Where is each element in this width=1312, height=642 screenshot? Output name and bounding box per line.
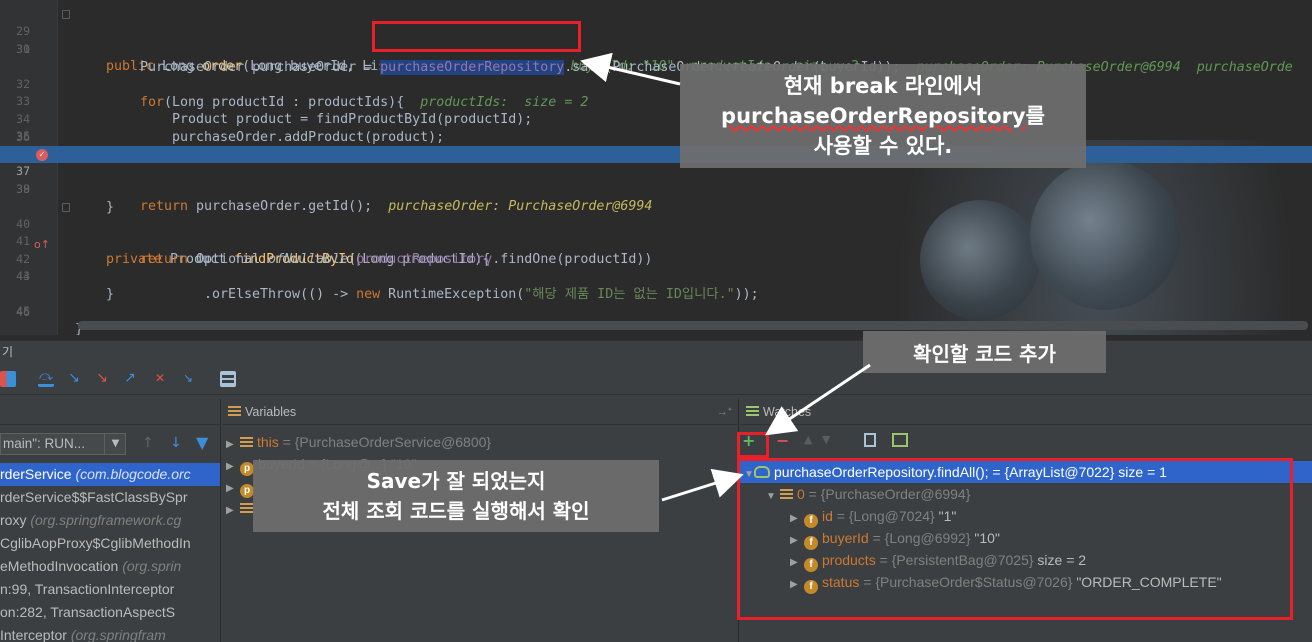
move-down-icon[interactable]: ▼: [822, 433, 830, 446]
run-to-cursor-icon[interactable]: ↘: [180, 371, 196, 387]
callout-save-check: Save가 잘 되었는지 전체 조회 코드를 실행해서 확인: [253, 460, 659, 532]
code-line-41: 41 return Optional.ofNullable(productRep…: [0, 216, 1312, 266]
line-number: 46: [16, 305, 30, 319]
frame-down-icon[interactable]: ↓: [170, 435, 182, 451]
frame-row[interactable]: n:99, TransactionInterceptor: [0, 578, 220, 601]
code-line-42: 42 o↑ .orElseThrow(() -> new RuntimeExce…: [0, 234, 1312, 302]
watches-icon: [746, 406, 759, 417]
frames-header: [0, 399, 220, 425]
code-line-29: 29 public Long order(Long buyerId, List<…: [0, 6, 1312, 74]
chevron-down-icon[interactable]: ▼: [104, 434, 126, 454]
variables-icon: [228, 406, 241, 417]
code-line-43: 43 }: [0, 251, 1312, 301]
code-line-33: 33 Product product = findProductById(pro…: [0, 76, 1312, 126]
code-line-35: 35 }: [0, 111, 1312, 161]
debug-title: 기: [2, 345, 14, 359]
watches-toolbar: + − ▲ ▼: [740, 431, 1312, 453]
remove-watch-icon[interactable]: −: [776, 431, 789, 450]
line-number: 39: [16, 182, 30, 196]
code-line-44: 44: [0, 268, 1312, 285]
callout-break-line: 현재 break 라인에서 purchaseOrderRepository를 사…: [680, 64, 1086, 168]
code-line-45: 45 }: [0, 286, 1312, 335]
step-out-icon[interactable]: ↗: [122, 371, 138, 387]
force-step-into-icon[interactable]: ↘: [94, 371, 110, 387]
frames-icon[interactable]: [0, 371, 16, 387]
drop-frame-icon[interactable]: ✕: [152, 371, 168, 387]
line-number: 31: [16, 42, 30, 56]
frame-row[interactable]: roxy (org.springframework.cg: [0, 509, 220, 532]
frame-up-icon[interactable]: ↑: [142, 435, 154, 451]
fold-marker[interactable]: [62, 10, 70, 19]
step-over-icon[interactable]: ⤼: [38, 370, 54, 387]
horizontal-scrollbar[interactable]: [78, 321, 1308, 330]
line-number: 44: [16, 269, 30, 283]
fold-marker[interactable]: [62, 203, 70, 212]
debug-toolbar: ⤼ ↘ ↘ ↗ ✕ ↘: [0, 365, 1312, 395]
variable-row-this[interactable]: ▶ this = {PurchaseOrderService@6800}: [226, 431, 491, 453]
highlight-add-watch-box: [737, 432, 769, 458]
line-number: 36: [16, 130, 30, 144]
code-line-30: 30 PurchaseOrder purchaseOrder = purchas…: [0, 24, 1312, 75]
code-line-34: 34 purchaseOrder.addProduct(product);: [0, 94, 1312, 144]
watches-header: Watches: [740, 399, 1312, 425]
code-line-37-current: 37 ✓ return purchaseOrder.getId(); purch…: [0, 146, 1312, 214]
filter-icon[interactable]: ▼: [196, 433, 208, 452]
evaluate-expression-icon[interactable]: [220, 371, 236, 387]
code-line-32: 32 for(Long productId : productIds){ pro…: [0, 59, 1312, 109]
frame-row[interactable]: Interceptor (org.springfram: [0, 624, 220, 642]
variables-header: Variables →ᐩ: [222, 399, 738, 425]
code-line-38: 38 }: [0, 164, 1312, 214]
pin-icon[interactable]: →ᐩ: [717, 399, 732, 425]
move-up-icon[interactable]: ▲: [804, 433, 812, 446]
frame-row[interactable]: rderService (com.blogcode.orc: [0, 463, 220, 486]
frame-row[interactable]: on:282, TransactionAspectS: [0, 601, 220, 624]
frame-row[interactable]: CglibAopProxy$CglibMethodIn: [0, 532, 220, 555]
code-line-39: 39: [0, 181, 1312, 198]
highlight-watch-result-box: [737, 458, 1293, 620]
code-line-36: 36: [0, 129, 1312, 146]
frame-row[interactable]: eMethodInvocation (org.sprin: [0, 555, 220, 578]
copy-icon[interactable]: [864, 433, 876, 447]
frame-row[interactable]: rderService$$FastClassBySpr: [0, 486, 220, 509]
variables-pane: ▶this = {PurchaseOrderService@6800} ▶pbu…: [222, 425, 738, 642]
breakpoint-icon[interactable]: ✓: [36, 149, 48, 161]
pane-divider[interactable]: [220, 399, 221, 642]
code-line-40: 40 private Product findProductById(Long …: [0, 199, 1312, 267]
param-icon: p: [240, 462, 254, 476]
code-editor[interactable]: 29 public Long order(Long buyerId, List<…: [0, 0, 1312, 335]
code-line-31: 31: [0, 41, 1312, 58]
watch-settings-icon[interactable]: [892, 433, 908, 447]
object-icon: [240, 437, 253, 448]
step-into-icon[interactable]: ↘: [66, 371, 82, 387]
highlight-repository-box: [372, 21, 581, 52]
callout-add-code: 확인할 코드 추가: [863, 331, 1106, 373]
frames-pane: main": RUN... ▼ ↑ ↓ ▼ rderService (com.b…: [0, 425, 220, 642]
code-line-46: 46: [0, 304, 1312, 321]
